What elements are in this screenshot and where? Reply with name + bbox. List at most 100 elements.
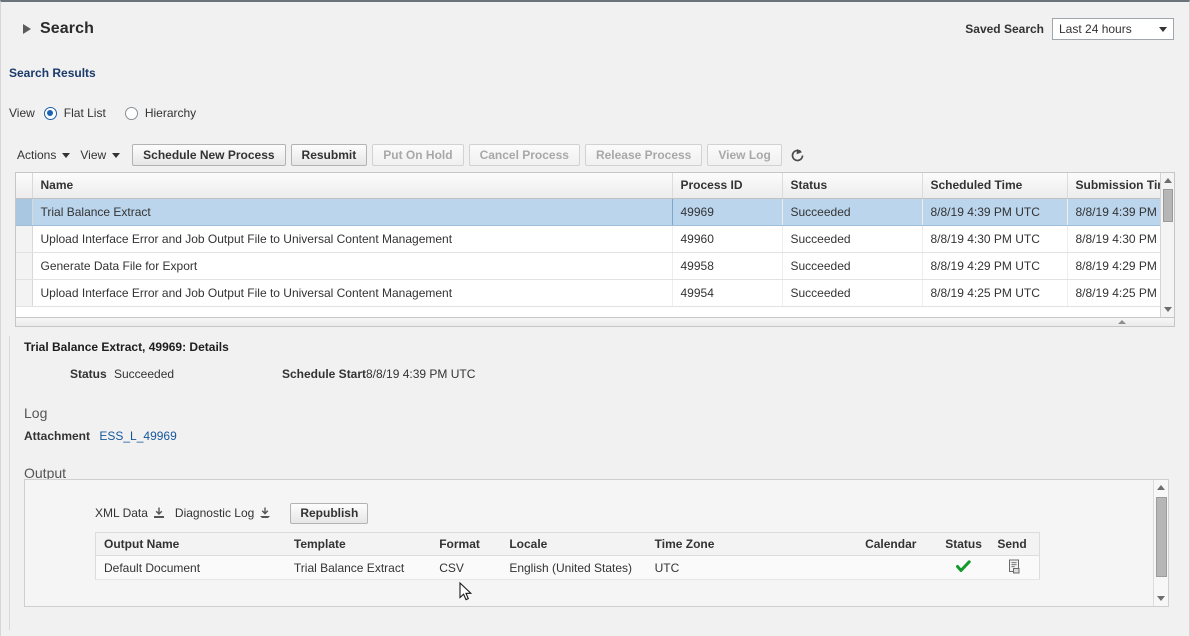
column-header-process-id[interactable]: Process ID [672, 173, 782, 198]
download-icon[interactable] [152, 506, 166, 520]
table-row[interactable]: Upload Interface Error and Job Output Fi… [16, 279, 1175, 306]
schedule-new-process-button[interactable]: Schedule New Process [132, 144, 285, 166]
resize-grip-icon [1118, 320, 1126, 324]
diagnostic-log-label: Diagnostic Log [175, 506, 254, 520]
view-log-button: View Log [707, 144, 781, 166]
row-selector-header [16, 173, 32, 198]
radio-hierarchy-indicator [125, 107, 138, 120]
xml-data-link[interactable]: XML Data [95, 506, 166, 520]
view-mode-label: View [9, 106, 35, 120]
column-header-name[interactable]: Name [32, 173, 672, 198]
output-table: Output Name Template Format Locale Time … [95, 532, 1040, 580]
cell-status-link[interactable]: Succeeded [782, 225, 922, 252]
cell-status-link[interactable]: Succeeded [782, 198, 922, 225]
details-field-row: Status Succeeded Schedule Start 8/8/19 4… [18, 363, 1179, 387]
cell-submission-time: 8/8/19 4:30 PM UTC [1067, 225, 1175, 252]
radio-flat-list-label: Flat List [64, 106, 106, 120]
table-row[interactable]: Upload Interface Error and Job Output Fi… [16, 225, 1175, 252]
cell-name: Generate Data File for Export [32, 252, 672, 279]
process-monitor-page: Search Saved Search Last 24 hours Search… [0, 0, 1190, 636]
output-column-format: Format [431, 533, 501, 556]
search-results-heading: Search Results [9, 66, 96, 80]
table-resize-handle[interactable] [15, 318, 1175, 327]
refresh-icon[interactable] [789, 146, 807, 164]
output-column-output-name: Output Name [96, 533, 286, 556]
saved-search-label: Saved Search [965, 22, 1044, 36]
scrollbar-thumb[interactable] [1163, 189, 1173, 222]
release-process-button: Release Process [585, 144, 702, 166]
column-header-scheduled-time[interactable]: Scheduled Time [922, 173, 1067, 198]
process-details-section: Trial Balance Extract, 49969: Details St… [9, 336, 1179, 630]
results-toolbar: Actions View Schedule New Process Resubm… [15, 144, 807, 166]
cell-status-link[interactable]: Succeeded [782, 279, 922, 306]
output-cell-template: Trial Balance Extract [286, 556, 431, 580]
column-header-submission-time[interactable]: Submission Time [1067, 173, 1175, 198]
cell-process-id: 49960 [672, 225, 782, 252]
view-menu-label: View [80, 148, 106, 162]
scroll-down-arrow-icon[interactable] [1157, 596, 1165, 601]
view-mode-group: View Flat List Hierarchy [9, 106, 196, 120]
column-header-status[interactable]: Status [782, 173, 922, 198]
output-cell-locale: English (United States) [501, 556, 646, 580]
log-section-title: Log [24, 405, 1179, 421]
row-selector-cell[interactable] [16, 279, 32, 306]
cell-status-link[interactable]: Succeeded [782, 252, 922, 279]
table-row[interactable]: Trial Balance Extract 49969 Succeeded 8/… [16, 198, 1175, 225]
details-title: Trial Balance Extract, 49969: Details [24, 340, 1179, 354]
search-disclosure-toggle[interactable]: Search [23, 20, 94, 38]
radio-flat-list[interactable]: Flat List [44, 106, 106, 120]
attachment-link[interactable]: ESS_L_49969 [99, 429, 176, 443]
output-column-calendar: Calendar [857, 533, 937, 556]
actions-menu-button[interactable]: Actions [15, 146, 78, 164]
cell-name: Upload Interface Error and Job Output Fi… [32, 225, 672, 252]
radio-hierarchy[interactable]: Hierarchy [125, 106, 196, 120]
table-row[interactable]: Generate Data File for Export 49958 Succ… [16, 252, 1175, 279]
resubmit-button[interactable]: Resubmit [291, 144, 368, 166]
diagnostic-log-link[interactable]: Diagnostic Log [175, 506, 272, 520]
view-menu-button[interactable]: View [78, 146, 128, 164]
output-cell-format: CSV [431, 556, 501, 580]
attachment-row: Attachment ESS_L_49969 [24, 429, 1179, 443]
output-header-row: Output Name Template Format Locale Time … [96, 533, 1040, 556]
scroll-up-arrow-icon[interactable] [1157, 485, 1165, 490]
output-column-time-zone: Time Zone [647, 533, 857, 556]
output-panel: XML Data Diagnostic Log [24, 479, 1169, 607]
cell-process-id: 49954 [672, 279, 782, 306]
green-check-icon [956, 562, 971, 576]
cell-name: Upload Interface Error and Job Output Fi… [32, 279, 672, 306]
output-cell-send[interactable] [989, 556, 1039, 580]
scrollbar-thumb[interactable] [1156, 497, 1167, 577]
process-results-table: Name Process ID Status Scheduled Time Su… [15, 172, 1175, 318]
output-cell-time-zone: UTC [647, 556, 857, 580]
row-selector-cell[interactable] [16, 198, 32, 225]
output-cell-calendar [857, 556, 937, 580]
output-actions-row: XML Data Diagnostic Log [95, 502, 1153, 524]
chevron-down-icon [112, 153, 120, 158]
output-column-template: Template [286, 533, 431, 556]
cell-submission-time: 8/8/19 4:29 PM UTC [1067, 252, 1175, 279]
output-table-row[interactable]: Default Document Trial Balance Extract C… [96, 556, 1040, 580]
cell-scheduled-time: 8/8/19 4:30 PM UTC [922, 225, 1067, 252]
row-selector-cell[interactable] [16, 252, 32, 279]
row-selector-cell[interactable] [16, 225, 32, 252]
chevron-down-icon [1159, 27, 1167, 32]
download-icon[interactable] [258, 506, 272, 520]
republish-button[interactable]: Republish [290, 503, 368, 524]
scroll-down-arrow-icon[interactable] [1164, 307, 1172, 312]
saved-search-value: Last 24 hours [1059, 22, 1132, 36]
cancel-process-button: Cancel Process [469, 144, 580, 166]
triangle-right-icon [23, 24, 31, 34]
radio-flat-list-indicator [44, 107, 57, 120]
report-document-icon[interactable] [1007, 563, 1021, 577]
details-status-value: Succeeded [114, 367, 174, 381]
scroll-up-arrow-icon[interactable] [1164, 178, 1172, 183]
cell-process-id: 49958 [672, 252, 782, 279]
results-table-scrollbar[interactable] [1160, 173, 1174, 317]
cell-process-id: 49969 [672, 198, 782, 225]
output-panel-scrollbar[interactable] [1153, 480, 1168, 606]
output-cell-name: Default Document [96, 556, 286, 580]
output-column-send: Send [989, 533, 1039, 556]
table-header-row: Name Process ID Status Scheduled Time Su… [16, 173, 1175, 198]
saved-search-select[interactable]: Last 24 hours [1052, 18, 1174, 40]
details-schedule-start-label: Schedule Start [282, 367, 366, 381]
